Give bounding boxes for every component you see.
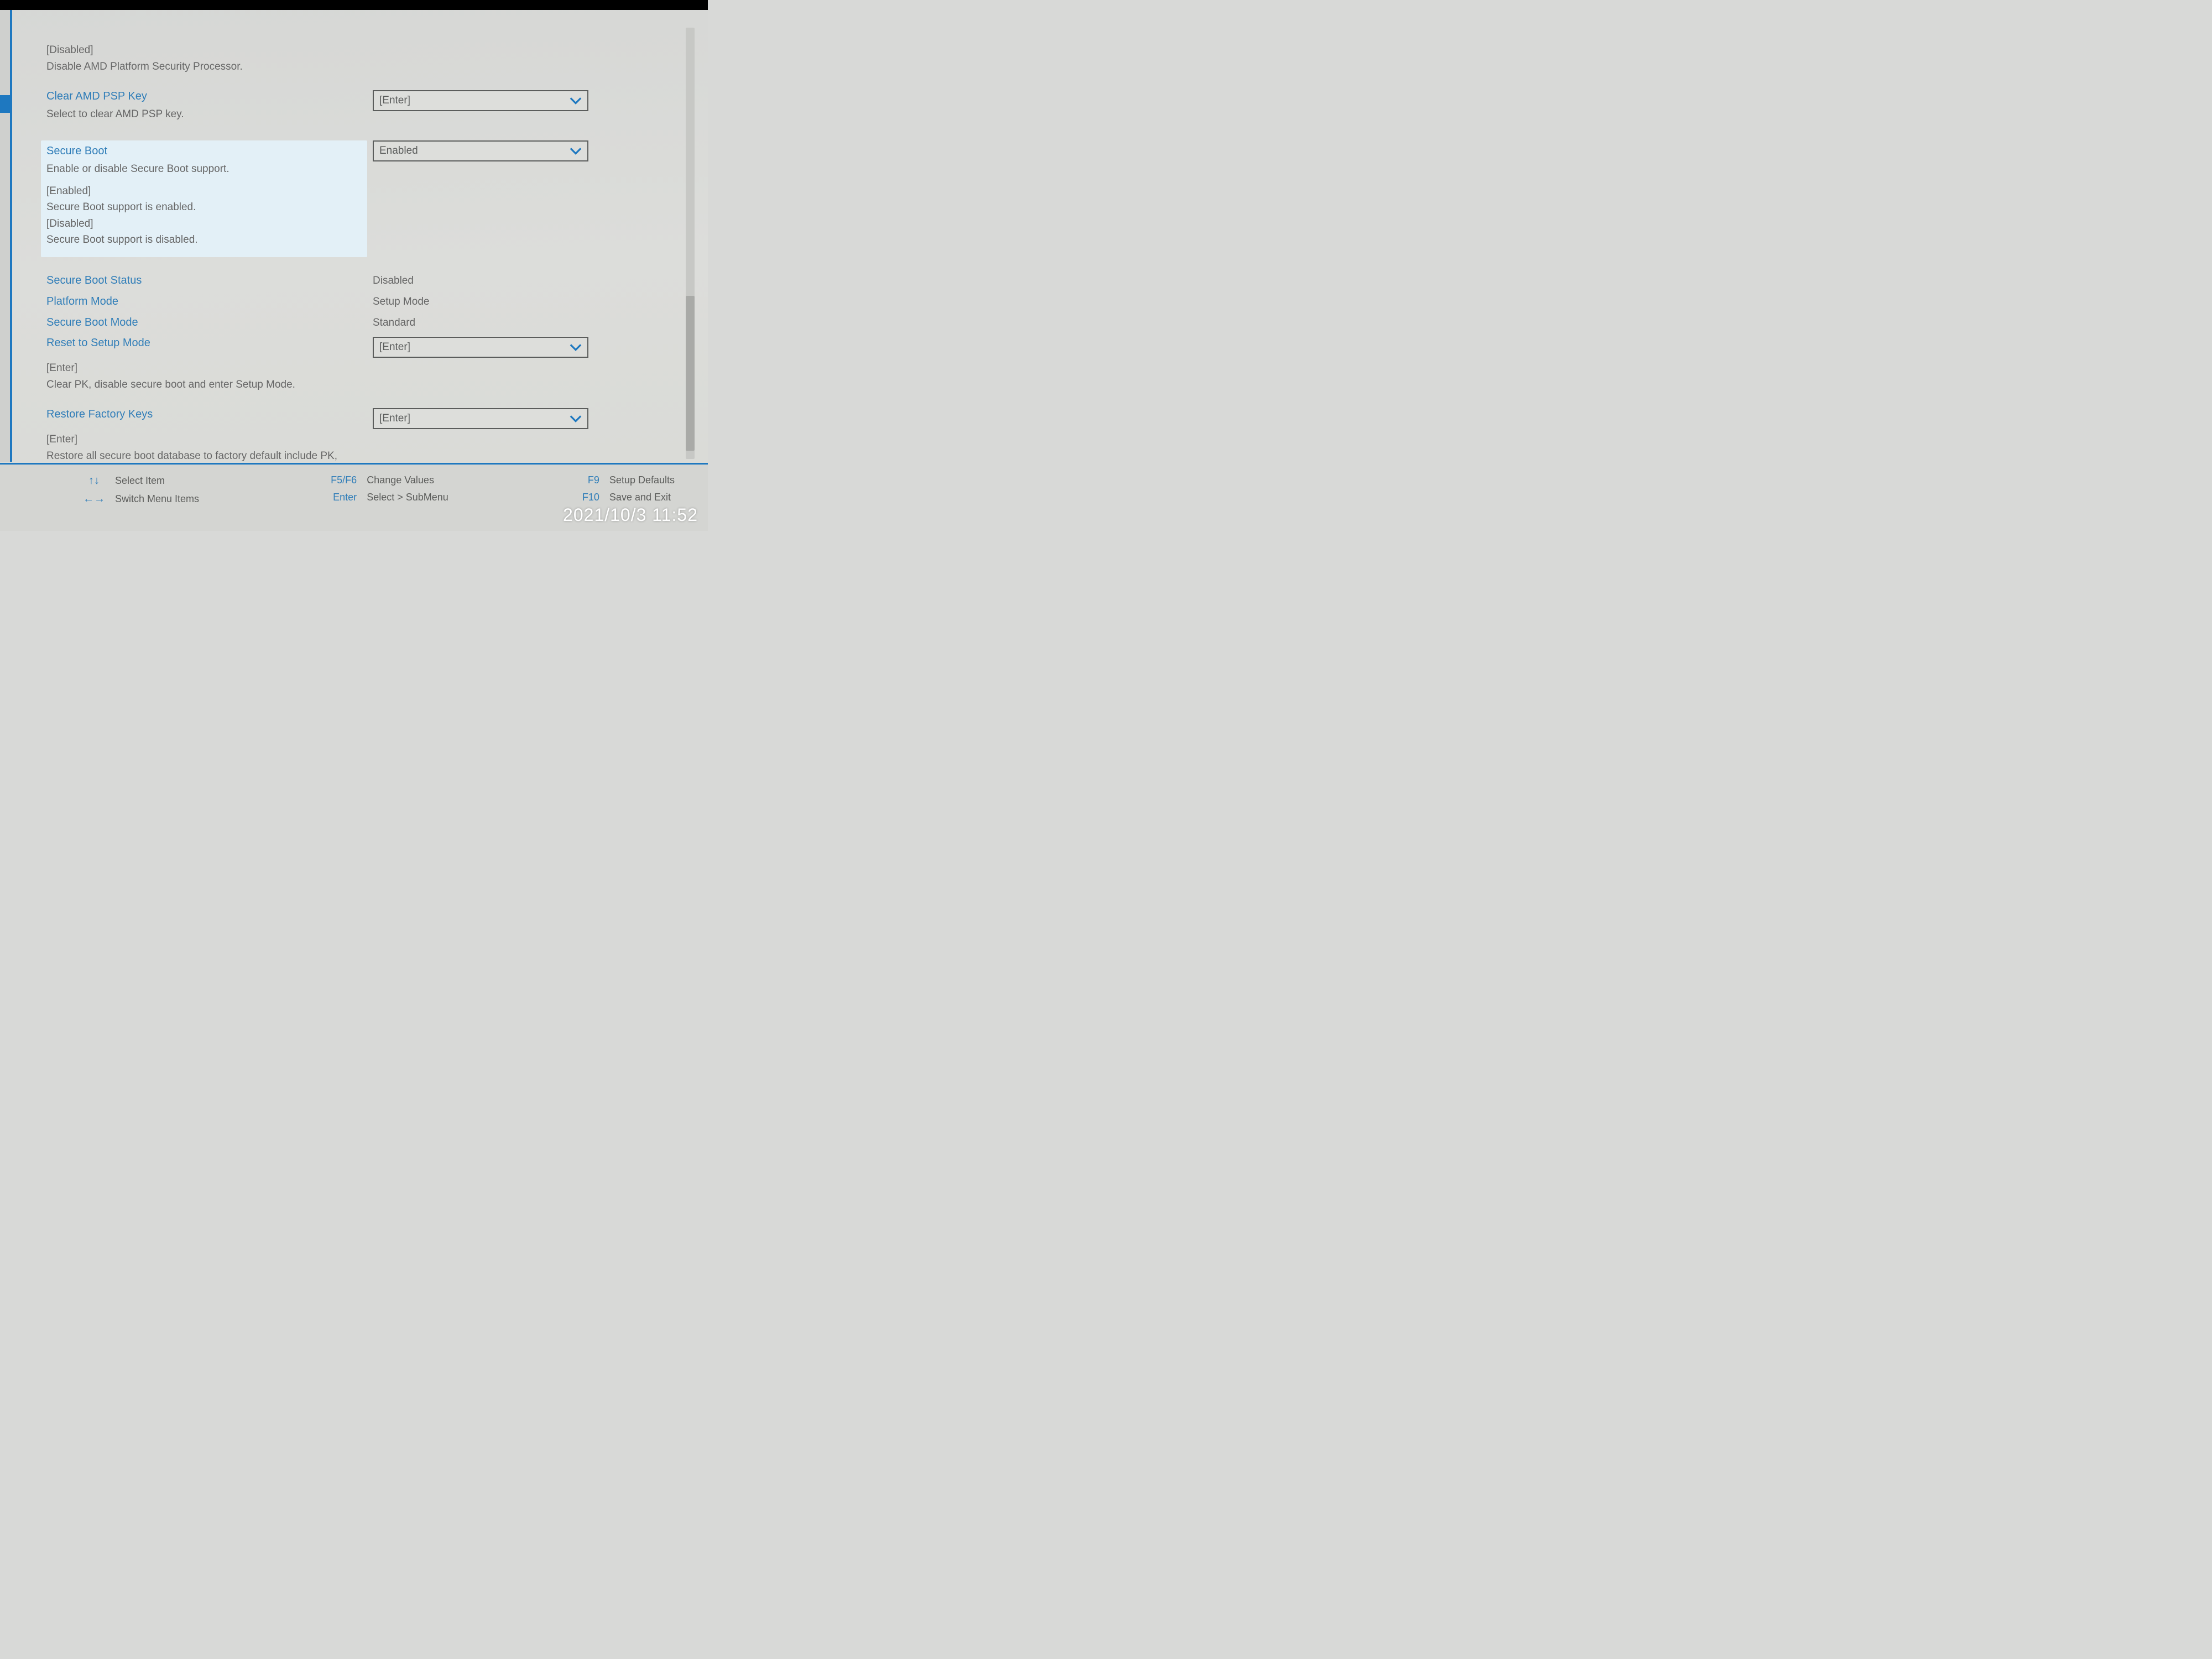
secure-boot-mode-row: Secure Boot Mode Standard <box>46 316 667 329</box>
secure-boot-mode-value: Standard <box>373 316 415 329</box>
status-block: Secure Boot Status Disabled Platform Mod… <box>46 274 667 392</box>
platform-mode-value: Setup Mode <box>373 295 429 308</box>
f10-key: F10 <box>577 492 599 503</box>
secure-boot-title: Secure Boot <box>46 145 362 158</box>
setup-defaults-label: Setup Defaults <box>609 474 675 486</box>
secure-boot-dropdown[interactable]: Enabled <box>373 140 588 161</box>
psp-disabled-block: [Disabled] Disable AMD Platform Security… <box>46 43 667 74</box>
secure-boot-mode-label: Secure Boot Mode <box>46 316 373 329</box>
bios-screen: [Disabled] Disable AMD Platform Security… <box>0 0 708 531</box>
hint-switch-menu: ←→ Switch Menu Items <box>83 493 199 505</box>
clear-psp-title: Clear AMD PSP Key <box>46 90 362 103</box>
restore-enter-tag: [Enter] <box>46 432 667 447</box>
secure-boot-desc: Enable or disable Secure Boot support. <box>46 162 362 176</box>
hint-setup-defaults: F9 Setup Defaults <box>577 474 675 486</box>
platform-mode-label: Platform Mode <box>46 295 373 308</box>
secure-boot-status-label: Secure Boot Status <box>46 274 373 287</box>
top-black-bar <box>0 0 708 10</box>
secure-boot-enabled-tag: [Enabled] <box>46 184 362 199</box>
chevron-down-icon <box>570 144 582 158</box>
save-exit-label: Save and Exit <box>609 492 671 503</box>
restore-desc: Restore all secure boot database to fact… <box>46 449 345 462</box>
reset-setup-dropdown[interactable]: [Enter] <box>373 337 588 358</box>
camera-timestamp: 2021/10/3 11:52 <box>563 505 698 525</box>
reset-setup-value: [Enter] <box>379 341 410 353</box>
updown-arrow-icon: ↑↓ <box>83 474 105 487</box>
f9-key: F9 <box>577 474 599 486</box>
disabled-tag: [Disabled] <box>46 43 667 58</box>
hint-save-exit: F10 Save and Exit <box>577 492 675 503</box>
chevron-down-icon <box>570 412 582 425</box>
secure-boot-disabled-desc: Secure Boot support is disabled. <box>46 233 362 247</box>
clear-psp-desc: Select to clear AMD PSP key. <box>46 107 362 122</box>
left-edge <box>0 10 12 462</box>
disabled-desc: Disable AMD Platform Security Processor. <box>46 60 667 74</box>
clear-psp-block: Clear AMD PSP Key Select to clear AMD PS… <box>46 90 667 124</box>
restore-value: [Enter] <box>379 413 410 425</box>
scrollbar-thumb[interactable] <box>686 296 695 451</box>
content-area: [Disabled] Disable AMD Platform Security… <box>14 10 684 462</box>
reset-setup-desc: Clear PK, disable secure boot and enter … <box>46 378 667 392</box>
hint-select-item: ↑↓ Select Item <box>83 474 199 487</box>
hint-select-submenu: Enter Select > SubMenu <box>328 492 448 503</box>
clear-psp-dropdown[interactable]: [Enter] <box>373 90 588 111</box>
select-submenu-label: Select > SubMenu <box>367 492 448 503</box>
restore-block: Restore Factory Keys [Enter] [Enter] Res… <box>46 408 667 462</box>
secure-boot-highlight: Secure Boot Enable or disable Secure Boo… <box>41 140 367 257</box>
secure-boot-status-value: Disabled <box>373 274 414 287</box>
change-values-label: Change Values <box>367 474 434 486</box>
chevron-down-icon <box>570 94 582 107</box>
left-tab-marker <box>0 95 12 113</box>
platform-mode-row: Platform Mode Setup Mode <box>46 295 667 308</box>
reset-setup-enter-tag: [Enter] <box>46 361 667 375</box>
secure-boot-block: Secure Boot Enable or disable Secure Boo… <box>46 140 667 257</box>
enter-key: Enter <box>328 492 357 503</box>
secure-boot-disabled-tag: [Disabled] <box>46 217 362 231</box>
clear-psp-value: [Enter] <box>379 95 410 107</box>
secure-boot-status-row: Secure Boot Status Disabled <box>46 274 667 287</box>
leftright-arrow-icon: ←→ <box>83 493 105 505</box>
f5f6-key: F5/F6 <box>328 474 357 486</box>
secure-boot-value: Enabled <box>379 145 418 157</box>
switch-menu-label: Switch Menu Items <box>115 493 199 505</box>
restore-title: Restore Factory Keys <box>46 408 362 421</box>
hint-change-values: F5/F6 Change Values <box>328 474 448 486</box>
reset-setup-title: Reset to Setup Mode <box>46 337 362 349</box>
chevron-down-icon <box>570 341 582 354</box>
restore-dropdown[interactable]: [Enter] <box>373 408 588 429</box>
select-item-label: Select Item <box>115 475 165 487</box>
secure-boot-enabled-desc: Secure Boot support is enabled. <box>46 200 362 215</box>
